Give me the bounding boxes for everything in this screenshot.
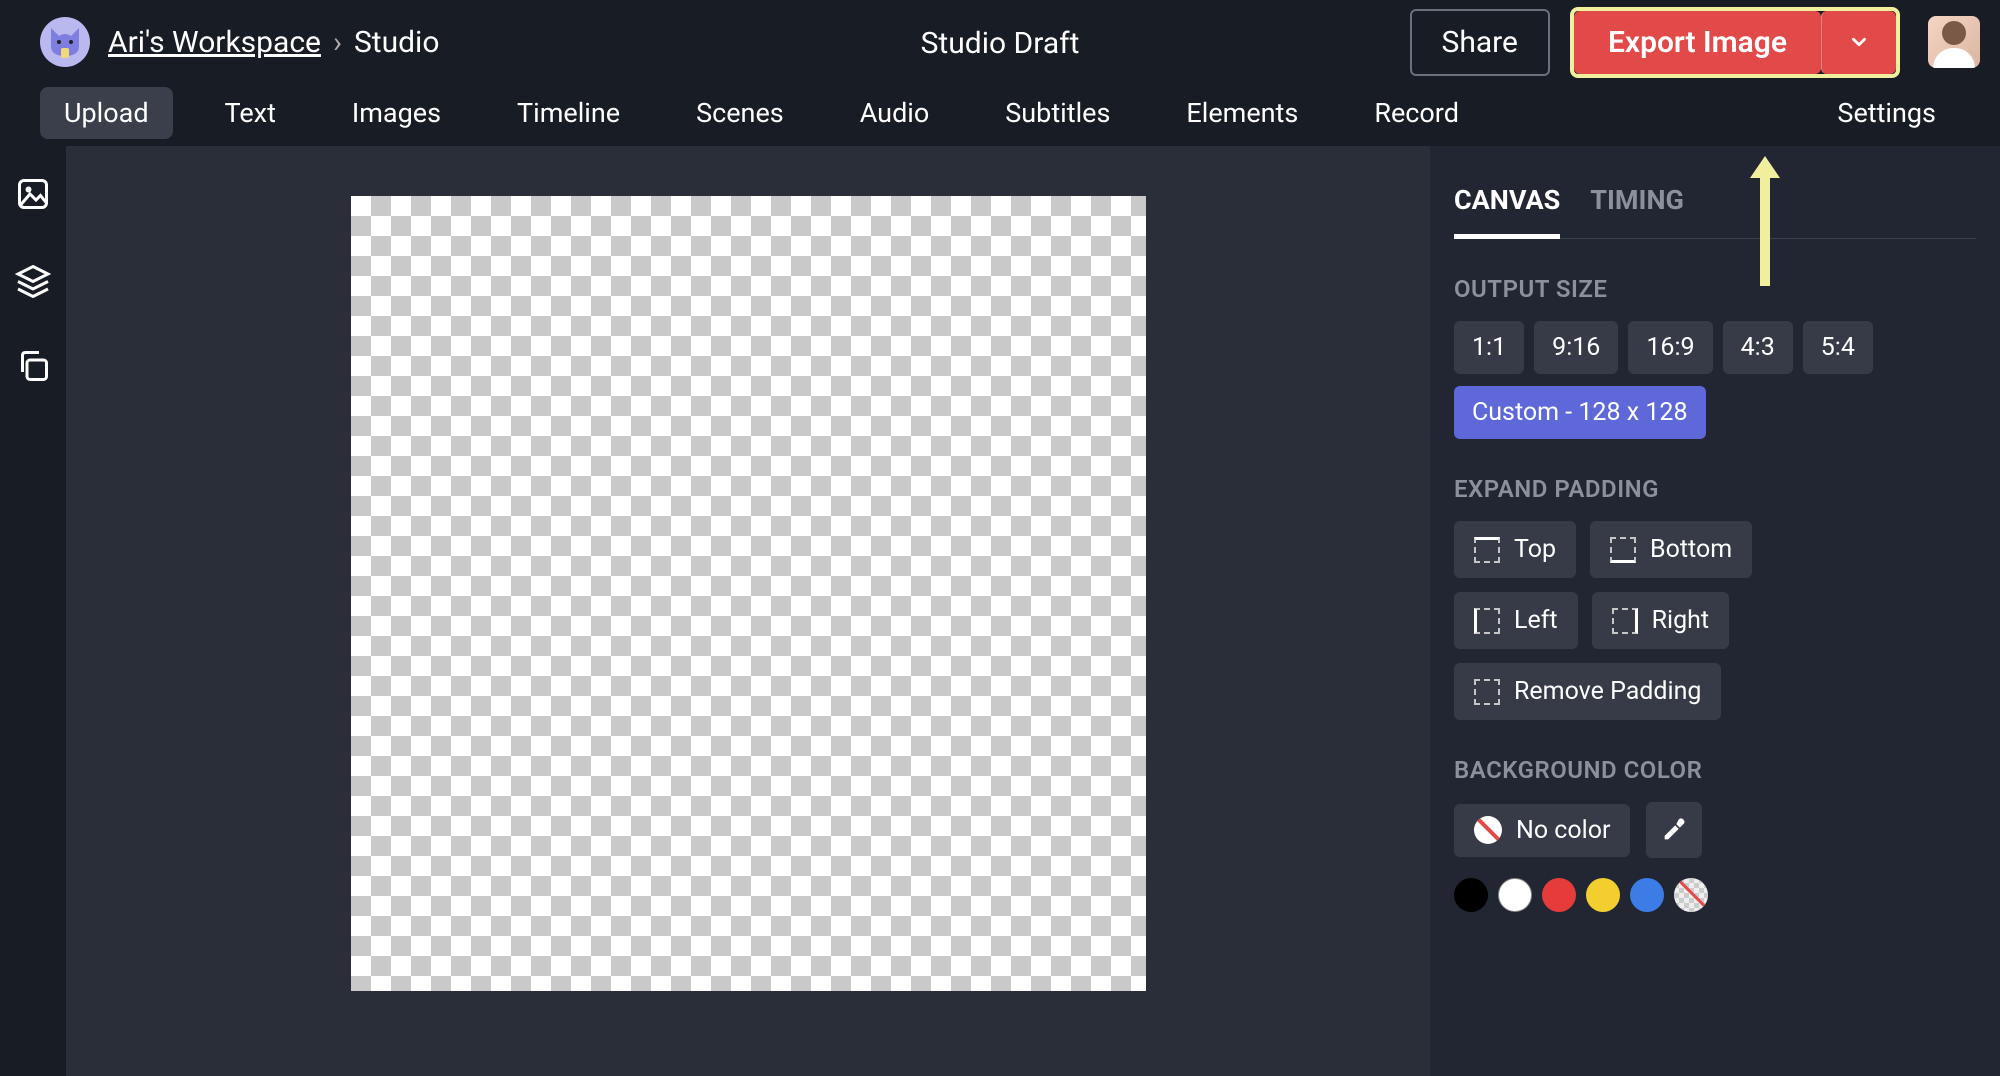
pad-remove-button[interactable]: Remove Padding xyxy=(1454,663,1721,720)
breadcrumb-separator: › xyxy=(333,25,342,60)
image-icon[interactable] xyxy=(15,176,51,212)
pad-remove-label: Remove Padding xyxy=(1514,677,1701,706)
menu-settings[interactable]: Settings xyxy=(1813,87,1960,139)
pad-left-icon xyxy=(1474,608,1500,634)
pad-top-button[interactable]: Top xyxy=(1454,521,1576,578)
pad-right-icon xyxy=(1612,608,1638,634)
swatch-red[interactable] xyxy=(1542,878,1576,912)
tab-canvas[interactable]: CANVAS xyxy=(1454,172,1560,239)
menu-images[interactable]: Images xyxy=(328,87,465,139)
copy-icon[interactable] xyxy=(15,348,51,384)
left-toolbar xyxy=(0,146,66,1076)
side-panel: CANVAS TIMING OUTPUT SIZE 1:1 9:16 16:9 … xyxy=(1430,146,2000,1076)
layers-icon[interactable] xyxy=(15,262,51,298)
pad-bottom-icon xyxy=(1610,537,1636,563)
menu-bar: Upload Text Images Timeline Scenes Audio… xyxy=(0,80,2000,146)
swatch-none[interactable] xyxy=(1674,878,1708,912)
no-color-icon xyxy=(1474,816,1502,844)
pad-remove-icon xyxy=(1474,679,1500,705)
menu-record[interactable]: Record xyxy=(1350,87,1483,139)
menu-text[interactable]: Text xyxy=(201,87,300,139)
breadcrumb: Ari's Workspace › Studio xyxy=(108,25,439,60)
pad-top-label: Top xyxy=(1514,535,1556,564)
pad-left-button[interactable]: Left xyxy=(1454,592,1578,649)
pad-right-label: Right xyxy=(1652,606,1709,635)
pad-left-label: Left xyxy=(1514,606,1558,635)
ratio-9-16[interactable]: 9:16 xyxy=(1534,321,1618,374)
share-button[interactable]: Share xyxy=(1410,9,1550,76)
no-color-button[interactable]: No color xyxy=(1454,804,1630,857)
pad-bottom-button[interactable]: Bottom xyxy=(1590,521,1752,578)
output-size-title: OUTPUT SIZE xyxy=(1454,275,1976,303)
top-bar: Ari's Workspace › Studio Studio Draft Sh… xyxy=(0,0,2000,80)
export-dropdown-button[interactable] xyxy=(1821,11,1896,74)
workspace-link[interactable]: Ari's Workspace xyxy=(108,25,321,60)
swatch-white[interactable] xyxy=(1498,878,1532,912)
side-tabs: CANVAS TIMING xyxy=(1454,162,1976,239)
menu-timeline[interactable]: Timeline xyxy=(493,87,644,139)
breadcrumb-current: Studio xyxy=(354,25,440,60)
ratio-1-1[interactable]: 1:1 xyxy=(1454,321,1524,374)
background-color-title: BACKGROUND COLOR xyxy=(1454,756,1976,784)
canvas[interactable] xyxy=(351,196,1146,991)
menu-elements[interactable]: Elements xyxy=(1162,87,1322,139)
swatch-yellow[interactable] xyxy=(1586,878,1620,912)
color-picker-button[interactable] xyxy=(1646,802,1702,858)
cat-logo-icon xyxy=(45,22,85,62)
workspace: CANVAS TIMING OUTPUT SIZE 1:1 9:16 16:9 … xyxy=(0,146,2000,1076)
top-right-controls: Share Export Image xyxy=(1410,7,1980,78)
ratio-custom[interactable]: Custom - 128 x 128 xyxy=(1454,386,1706,439)
expand-padding-title: EXPAND PADDING xyxy=(1454,475,1976,503)
menu-audio[interactable]: Audio xyxy=(836,87,954,139)
swatch-black[interactable] xyxy=(1454,878,1488,912)
pad-top-icon xyxy=(1474,537,1500,563)
menu-scenes[interactable]: Scenes xyxy=(672,87,808,139)
color-swatches xyxy=(1454,878,1976,912)
ratio-5-4[interactable]: 5:4 xyxy=(1803,321,1873,374)
eyedropper-icon xyxy=(1660,816,1688,844)
document-title[interactable]: Studio Draft xyxy=(921,26,1080,61)
ratio-16-9[interactable]: 16:9 xyxy=(1628,321,1712,374)
canvas-area xyxy=(66,146,1430,1076)
pad-bottom-label: Bottom xyxy=(1650,535,1732,564)
menu-upload[interactable]: Upload xyxy=(40,87,173,139)
aspect-ratio-row: 1:1 9:16 16:9 4:3 5:4 xyxy=(1454,321,1976,374)
export-image-button[interactable]: Export Image xyxy=(1574,11,1821,74)
ratio-4-3[interactable]: 4:3 xyxy=(1723,321,1793,374)
chevron-down-icon xyxy=(1848,31,1870,53)
app-logo[interactable] xyxy=(40,17,90,67)
menu-subtitles[interactable]: Subtitles xyxy=(981,87,1134,139)
pad-right-button[interactable]: Right xyxy=(1592,592,1729,649)
swatch-blue[interactable] xyxy=(1630,878,1664,912)
tab-timing[interactable]: TIMING xyxy=(1590,172,1684,238)
user-avatar[interactable] xyxy=(1928,16,1980,68)
no-color-label: No color xyxy=(1516,816,1610,845)
export-button-group: Export Image xyxy=(1570,7,1900,78)
